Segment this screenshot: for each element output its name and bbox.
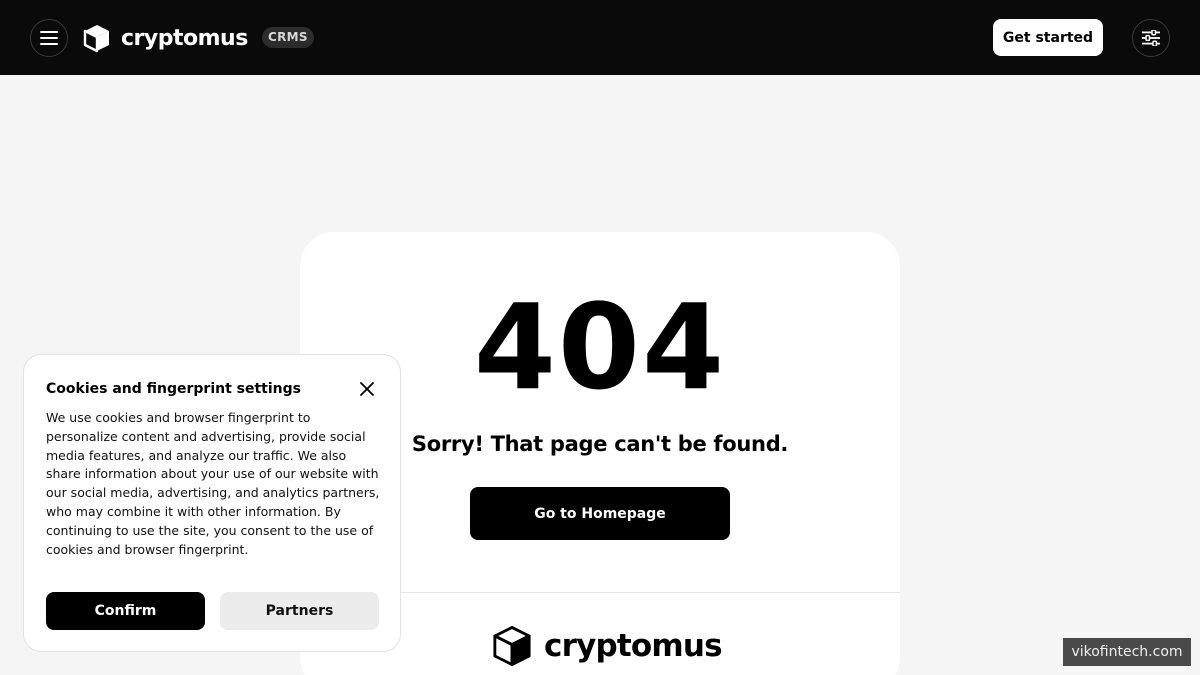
sliders-icon [1142,30,1160,46]
cookie-close-button[interactable] [357,379,377,399]
close-icon [360,382,374,396]
partners-button[interactable]: Partners [220,592,379,630]
watermark: vikofintech.com [1063,638,1191,666]
cookie-banner-text: We use cookies and browser fingerprint t… [46,410,380,557]
hamburger-menu-icon [40,31,58,45]
brand-logo[interactable]: cryptomus [83,22,248,54]
settings-button[interactable] [1132,19,1170,57]
get-started-button[interactable]: Get started [993,19,1103,56]
cookie-banner: Cookies and fingerprint settings We use … [23,354,401,652]
brand-name: cryptomus [121,25,248,51]
go-to-homepage-button[interactable]: Go to Homepage [470,487,730,540]
footer-brand-logo[interactable]: cryptomus [492,623,723,669]
footer-brand-name: cryptomus [544,628,723,664]
cube-logo-icon [83,25,109,53]
product-badge: CRMS [262,27,314,48]
cube-logo-icon [493,626,531,666]
menu-button[interactable] [30,19,68,57]
cookie-banner-title: Cookies and fingerprint settings [46,381,301,397]
top-header: cryptomus CRMS Get started [0,0,1200,75]
confirm-button[interactable]: Confirm [46,592,205,630]
